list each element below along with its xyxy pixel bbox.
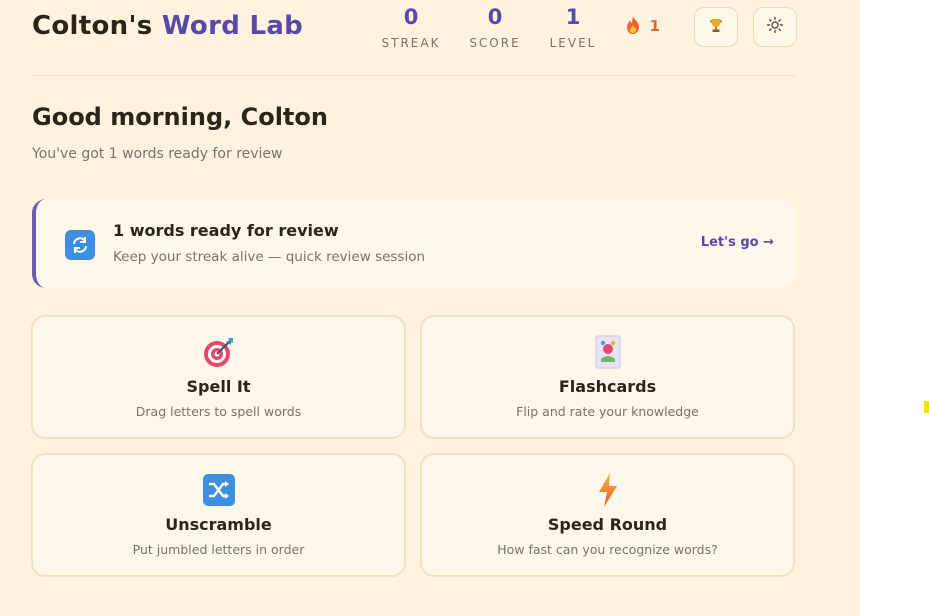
target-icon [202,335,236,369]
mode-card-flashcards[interactable]: Flashcards Flip and rate your knowledge [420,315,795,439]
streak-value: 0 [403,5,419,29]
mode-description: How fast can you recognize words? [497,542,718,557]
shuffle-icon [202,473,236,507]
mode-description: Put jumbled letters in order [132,542,305,557]
trophy-button[interactable] [694,7,738,47]
sun-gear-icon [766,16,784,38]
level-value: 1 [565,5,581,29]
brand-owner: Colton's [32,11,153,41]
mode-card-unscramble[interactable]: Unscramble Put jumbled letters in order [31,453,406,577]
refresh-arrows-icon [65,230,95,260]
review-title: 1 words ready for review [113,221,339,240]
stat-level: 1 LEVEL [533,4,613,50]
greeting-subtitle: You've got 1 words ready for review [32,146,283,162]
stat-streak: 0 STREAK [371,4,451,50]
mode-description: Drag letters to spell words [135,404,302,419]
lets-go-link[interactable]: Let's go → [701,235,774,250]
app-window: Colton's Word Lab 0 STREAK 0 SCORE 1 LEV… [0,0,860,616]
mode-card-spell-it[interactable]: Spell It Drag letters to spell words [31,315,406,439]
flame-count: 1 [649,17,661,35]
header: Colton's Word Lab 0 STREAK 0 SCORE 1 LEV… [32,0,797,76]
flame-icon [626,16,646,35]
trophy-icon [708,17,724,37]
mode-card-speed-round[interactable]: Speed Round How fast can you recognize w… [420,453,795,577]
lightning-icon [591,473,625,507]
brand-title: Colton's Word Lab [32,11,303,41]
review-banner[interactable]: 1 words ready for review Keep your strea… [32,199,796,288]
mode-title: Flashcards [558,377,657,396]
stat-score: 0 SCORE [455,4,535,50]
brand-name: Word Lab [161,11,304,41]
score-label: SCORE [469,36,521,50]
card-icon [591,335,625,369]
score-value: 0 [487,5,503,29]
streak-label: STREAK [381,36,441,50]
mode-title: Spell It [186,377,251,396]
level-label: LEVEL [549,36,597,50]
mode-title: Unscramble [165,515,272,534]
mode-description: Flip and rate your knowledge [516,404,699,419]
greeting-title: Good morning, Colton [32,103,328,131]
mode-title: Speed Round [547,515,668,534]
flame-counter: 1 [626,16,660,40]
review-subtitle: Keep your streak alive — quick review se… [113,249,426,265]
edge-marker [924,401,929,413]
settings-button[interactable] [753,7,797,47]
